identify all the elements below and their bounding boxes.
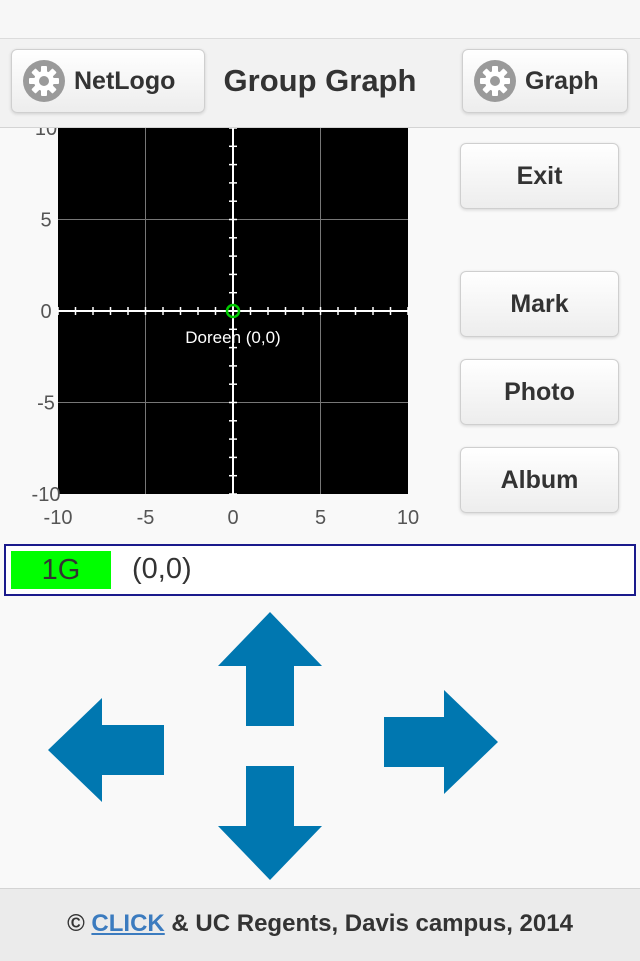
album-button[interactable]: Album: [460, 447, 619, 513]
arrow-up-icon[interactable]: [218, 612, 322, 728]
graph-button-label: Graph: [525, 66, 599, 95]
position-bar: 1G (0,0): [4, 544, 636, 596]
photo-button[interactable]: Photo: [460, 359, 619, 425]
group-badge: 1G: [11, 551, 111, 589]
netlogo-button-label: NetLogo: [74, 66, 176, 95]
exit-button[interactable]: Exit: [460, 143, 619, 209]
y-tick-label: 10: [35, 128, 57, 140]
x-tick-label: 5: [315, 507, 326, 529]
click-link[interactable]: CLICK: [91, 910, 164, 937]
y-tick-label: -5: [37, 393, 55, 415]
arrow-left-icon[interactable]: [48, 698, 166, 802]
copyright-text: © CLICK & UC Regents, Davis campus, 2014: [0, 910, 640, 938]
graph-button[interactable]: Graph: [462, 49, 628, 113]
gear-icon: [23, 60, 65, 102]
graph-plot[interactable]: -10 -5 0 5 10 10 5 0 -5 -10 Doreen (0,0): [0, 128, 440, 538]
coordinate-readout: (0,0): [132, 553, 192, 585]
mark-button[interactable]: Mark: [460, 271, 619, 337]
status-bar: [0, 0, 640, 39]
group-graph[interactable]: -10 -5 0 5 10 10 5 0 -5 -10 Doreen (0,0): [0, 128, 440, 538]
y-tick-label: 0: [40, 301, 51, 323]
copyright-symbol: ©: [67, 910, 92, 937]
x-tick-label: -10: [44, 507, 73, 529]
y-tick-label: 5: [40, 210, 51, 232]
point-label: Doreen (0,0): [185, 328, 280, 347]
x-tick-label: 10: [397, 507, 419, 529]
y-tick-label: -10: [32, 484, 61, 506]
header: NetLogo Group Graph Graph: [0, 39, 640, 128]
gear-icon: [474, 60, 516, 102]
footer: © CLICK & UC Regents, Davis campus, 2014: [0, 888, 640, 961]
copyright-owner: & UC Regents, Davis campus, 2014: [164, 910, 573, 937]
netlogo-button[interactable]: NetLogo: [11, 49, 205, 113]
arrow-right-icon[interactable]: [382, 690, 500, 794]
page-title: Group Graph: [223, 63, 417, 98]
x-tick-label: 0: [227, 507, 238, 529]
x-tick-label: -5: [137, 507, 155, 529]
arrow-down-icon[interactable]: [218, 764, 322, 882]
